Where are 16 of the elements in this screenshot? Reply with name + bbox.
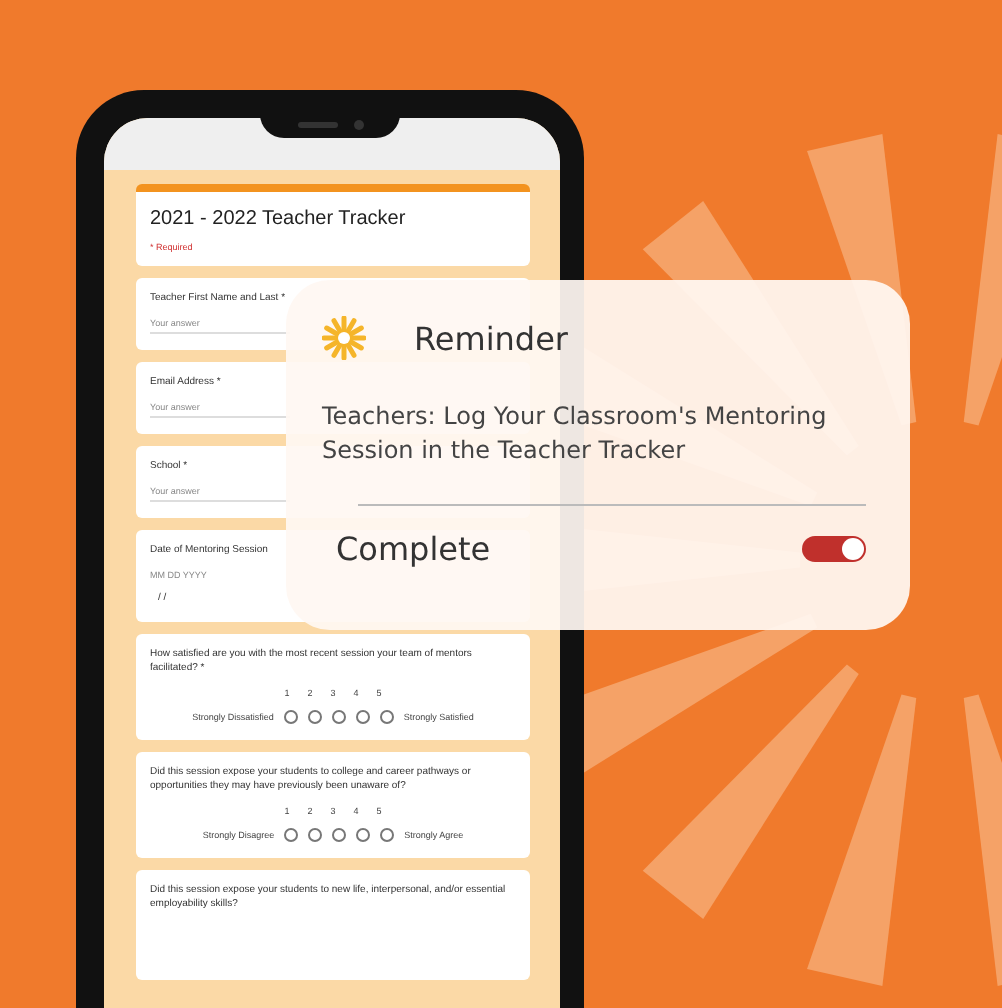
- radio-button[interactable]: [308, 828, 323, 842]
- form-title: 2021 - 2022 Teacher Tracker: [150, 208, 408, 230]
- radio-button[interactable]: [283, 710, 298, 724]
- complete-toggle[interactable]: [802, 535, 866, 562]
- reminder-message: Teachers: Log Your Classroom's Mentoring Session in the Teacher Tracker: [322, 400, 829, 469]
- radio-button[interactable]: [331, 710, 346, 724]
- radio-button[interactable]: [355, 710, 370, 724]
- radio-button[interactable]: [332, 828, 347, 842]
- radio-button[interactable]: [379, 710, 394, 724]
- complete-label: Complete: [336, 529, 491, 568]
- radio-button[interactable]: [307, 710, 322, 724]
- radio-button[interactable]: [284, 828, 299, 842]
- radio-button[interactable]: [380, 828, 395, 842]
- reminder-title: Reminder: [414, 319, 568, 357]
- radio-button[interactable]: [356, 828, 371, 842]
- sun-icon: [322, 316, 366, 360]
